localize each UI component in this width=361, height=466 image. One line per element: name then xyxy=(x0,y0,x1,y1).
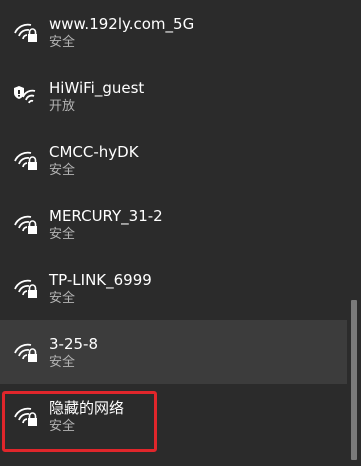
wifi-secure-icon xyxy=(13,341,39,363)
network-status: 安全 xyxy=(49,227,76,242)
wifi-secure-icon xyxy=(13,149,39,171)
scrollbar-track[interactable] xyxy=(347,0,361,466)
network-item-hidden-network[interactable]: 隐藏的网络 安全 xyxy=(0,384,347,448)
scrollbar-thumb[interactable] xyxy=(351,300,357,460)
network-name: HiWiFi_guest xyxy=(49,79,145,97)
network-name: CMCC-hyDK xyxy=(49,143,139,161)
network-status: 安全 xyxy=(49,291,76,306)
wifi-network-list: www.192ly.com_5G 安全 HiWiFi_guest 开放 CMCC… xyxy=(0,0,361,466)
network-name: 隐藏的网络 xyxy=(49,399,125,417)
network-item-tp-link-6999[interactable]: TP-LINK_6999 安全 xyxy=(0,256,347,320)
network-name: TP-LINK_6999 xyxy=(49,271,152,289)
wifi-secure-icon xyxy=(13,405,39,427)
wifi-secure-icon xyxy=(13,277,39,299)
network-name: www.192ly.com_5G xyxy=(49,15,195,33)
network-item-mercury-31-2[interactable]: MERCURY_31-2 安全 xyxy=(0,192,347,256)
wifi-secure-icon xyxy=(13,213,39,235)
network-name: MERCURY_31-2 xyxy=(49,207,163,225)
network-status: 安全 xyxy=(49,35,76,50)
network-item-www-192ly-com-5g[interactable]: www.192ly.com_5G 安全 xyxy=(0,0,347,64)
network-item-hiwifi-guest[interactable]: HiWiFi_guest 开放 xyxy=(0,64,347,128)
wifi-secure-icon xyxy=(13,21,39,43)
network-status: 安全 xyxy=(49,355,76,370)
network-item-3-25-8[interactable]: 3-25-8 安全 xyxy=(0,320,347,384)
network-status: 安全 xyxy=(49,163,76,178)
network-name: 3-25-8 xyxy=(49,335,98,353)
network-status: 开放 xyxy=(49,99,76,114)
wifi-open-shield-icon xyxy=(13,85,39,107)
network-item-cmcc-hydk[interactable]: CMCC-hyDK 安全 xyxy=(0,128,347,192)
network-status: 安全 xyxy=(49,419,76,434)
